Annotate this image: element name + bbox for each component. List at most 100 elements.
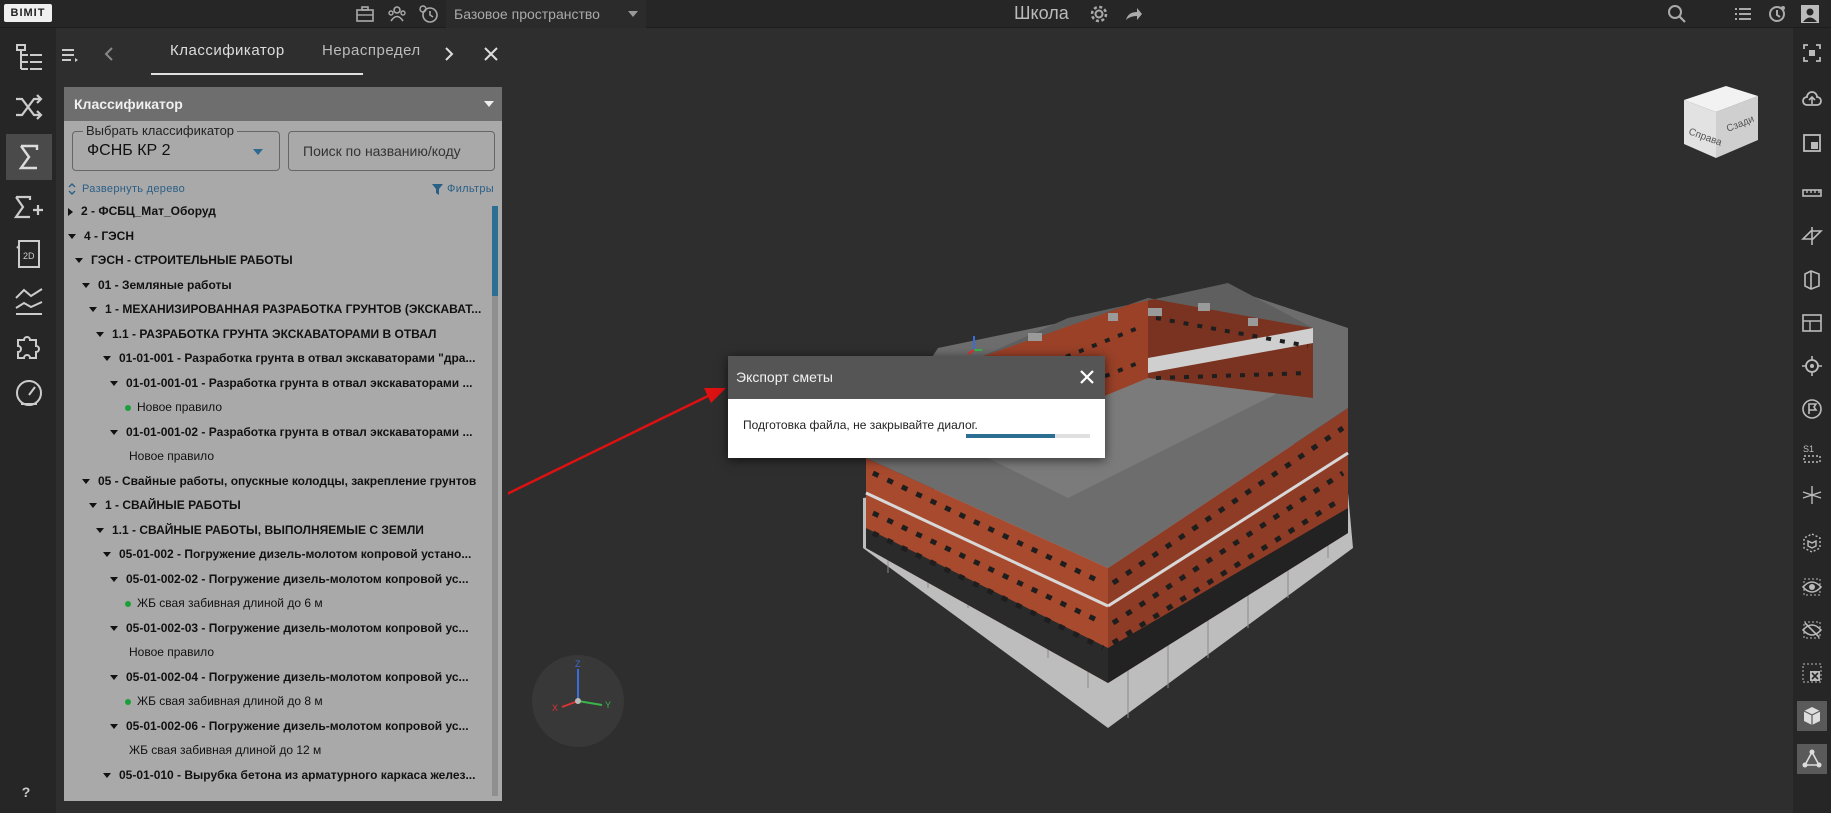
chevron-left-icon[interactable] (104, 47, 114, 61)
tree-node[interactable]: 05-01-002-04 - Погружение дизель-молотом… (64, 667, 469, 687)
tree-node[interactable]: ЖБ свая забивная длиной до 12 м (64, 740, 321, 760)
solid-view-button[interactable] (1797, 701, 1827, 731)
scrollbar-thumb[interactable] (492, 206, 498, 296)
tree-node[interactable]: 05-01-002-06 - Погружение дизель-молотом… (64, 716, 469, 736)
tree-node[interactable]: 01-01-001-02 - Разработка грунта в отвал… (64, 422, 473, 442)
notification-icon[interactable] (1766, 3, 1788, 25)
tree-node[interactable]: 05-01-002-03 - Погружение дизель-молотом… (64, 618, 469, 638)
tab-classifier[interactable]: Классификатор (170, 42, 285, 59)
shuffle-button[interactable] (6, 84, 52, 130)
estimate-sum-button[interactable] (6, 134, 52, 180)
tree-node[interactable]: 1 - МЕХАНИЗИРОВАННАЯ РАЗРАБОТКА ГРУНТОВ … (64, 299, 481, 319)
tree-node[interactable]: 1.1 - СВАЙНЫЕ РАБОТЫ, ВЫПОЛНЯЕМЫЕ С ЗЕМЛ… (64, 520, 424, 540)
tree-node-label: 05-01-002-03 - Погружение дизель-молотом… (126, 620, 469, 635)
chevron-right-icon[interactable] (444, 47, 454, 61)
list-icon[interactable] (1732, 3, 1754, 25)
expand-tree-link[interactable]: Развернуть дерево (68, 183, 185, 196)
chart-lines-icon (15, 288, 43, 315)
isolate-button[interactable] (1797, 528, 1827, 558)
floor-plan-icon (1802, 314, 1822, 332)
building-model[interactable] (508, 28, 1793, 813)
menu-icon[interactable] (62, 48, 78, 62)
caret-down-icon[interactable] (89, 307, 97, 313)
caret-down-icon[interactable] (89, 503, 97, 509)
floor-plan-button[interactable] (1797, 308, 1827, 338)
caret-down-icon[interactable] (82, 282, 90, 288)
close-icon[interactable] (1077, 367, 1097, 387)
select-box-button[interactable] (1797, 128, 1827, 158)
tree-node[interactable]: 4 - ГЭСН (64, 226, 134, 246)
tree-node[interactable]: Новое правило (64, 397, 222, 417)
team-icon[interactable] (386, 3, 408, 25)
caret-down-icon[interactable] (96, 331, 104, 337)
caret-down-icon[interactable] (110, 380, 118, 386)
dashboard-button[interactable] (6, 370, 52, 416)
tree-node-label: 05-01-002-02 - Погружение дизель-молотом… (126, 571, 469, 586)
coordinates-button[interactable]: S1 (1797, 438, 1827, 468)
gauge-icon (16, 380, 42, 406)
tree-node[interactable]: 1.1 - РАЗРАБОТКА ГРУНТА ЭКСКАВАТОРАМИ В … (64, 324, 436, 344)
caret-down-icon[interactable] (75, 258, 83, 264)
caret-down-icon[interactable] (110, 674, 118, 680)
space-select[interactable]: Базовое пространство (446, 0, 646, 28)
navigation-cube[interactable]: Справа Сзади (1680, 82, 1764, 162)
section-plane-button[interactable] (1797, 221, 1827, 251)
filters-link[interactable]: Фильтры (432, 183, 494, 195)
caret-down-icon[interactable] (103, 552, 111, 558)
3d-viewport[interactable]: Справа Сзади Z Y X (508, 28, 1793, 813)
plugins-button[interactable] (6, 324, 52, 370)
tree-node[interactable]: 01-01-001 - Разработка грунта в отвал эк… (64, 348, 475, 368)
caret-down-icon[interactable] (96, 527, 104, 533)
tree-node[interactable]: ГЭСН - СТРОИТЕЛЬНЫЕ РАБОТЫ (64, 250, 293, 270)
2d-view-button[interactable]: 2D (6, 231, 52, 277)
search-icon[interactable] (1666, 3, 1688, 25)
tree-node[interactable]: ЖБ свая забивная длиной до 6 м (64, 593, 323, 613)
user-icon[interactable] (1799, 3, 1821, 25)
help-button[interactable]: ? (14, 780, 38, 804)
tree-node[interactable]: 05-01-002-02 - Погружение дизель-молотом… (64, 569, 469, 589)
briefcase-icon[interactable] (354, 3, 376, 25)
analysis-button[interactable] (6, 278, 52, 324)
caret-right-icon[interactable] (68, 207, 73, 216)
tree-node[interactable]: Новое правило (64, 642, 214, 662)
grid-axes-button[interactable] (1797, 480, 1827, 510)
sum-plus-button[interactable] (6, 184, 52, 230)
classifier-accordion-header[interactable]: Классификатор (64, 87, 502, 121)
clear-selection-button[interactable] (1797, 658, 1827, 688)
hide-button[interactable] (1797, 615, 1827, 645)
tree-node[interactable]: ЖБ свая забивная длиной до 8 м (64, 691, 323, 711)
caret-down-icon[interactable] (103, 772, 111, 778)
caret-down-icon[interactable] (110, 723, 118, 729)
cloud-upload-button[interactable] (1797, 84, 1827, 114)
tree-node[interactable]: 2 - ФСБЦ_Мат_Оборуд (64, 201, 216, 221)
tree-node[interactable]: 1 - СВАЙНЫЕ РАБОТЫ (64, 495, 241, 515)
caret-down-icon[interactable] (110, 576, 118, 582)
history-settings-icon[interactable] (418, 3, 440, 25)
section-box-button[interactable] (1797, 264, 1827, 294)
measure-button[interactable] (1797, 178, 1827, 208)
location-button[interactable] (1797, 351, 1827, 381)
tree-node[interactable]: 05-01-010 - Вырубка бетона из арматурног… (64, 765, 475, 785)
tab-unassigned[interactable]: Нераспредел (322, 42, 425, 59)
caret-down-icon[interactable] (82, 478, 90, 484)
caret-down-icon[interactable] (110, 625, 118, 631)
issues-button[interactable] (1797, 394, 1827, 424)
classifier-select[interactable]: Выбрать классификатор ФСНБ КР 2 (72, 123, 280, 171)
tree-node[interactable]: 05-01-002 - Погружение дизель-молотом ко… (64, 544, 471, 564)
tree-node[interactable]: 01-01-001-01 - Разработка грунта в отвал… (64, 373, 473, 393)
fit-view-button[interactable] (1797, 38, 1827, 68)
close-icon[interactable] (483, 46, 499, 62)
caret-down-icon[interactable] (103, 356, 111, 362)
search-input[interactable] (288, 131, 495, 171)
show-button[interactable] (1797, 572, 1827, 602)
tree-node[interactable]: 01 - Земляные работы (64, 275, 232, 295)
model-tree-button[interactable] (6, 35, 52, 81)
caret-down-icon[interactable] (110, 429, 118, 435)
explode-view-button[interactable] (1797, 744, 1827, 774)
tree-node[interactable]: Новое правило (64, 446, 214, 466)
gear-icon[interactable] (1088, 3, 1110, 25)
caret-down-icon[interactable] (68, 233, 76, 239)
share-icon[interactable] (1122, 3, 1144, 25)
tree-node[interactable]: 05 - Свайные работы, опускные колодцы, з… (64, 471, 476, 491)
tree-scrollbar[interactable] (492, 206, 498, 796)
